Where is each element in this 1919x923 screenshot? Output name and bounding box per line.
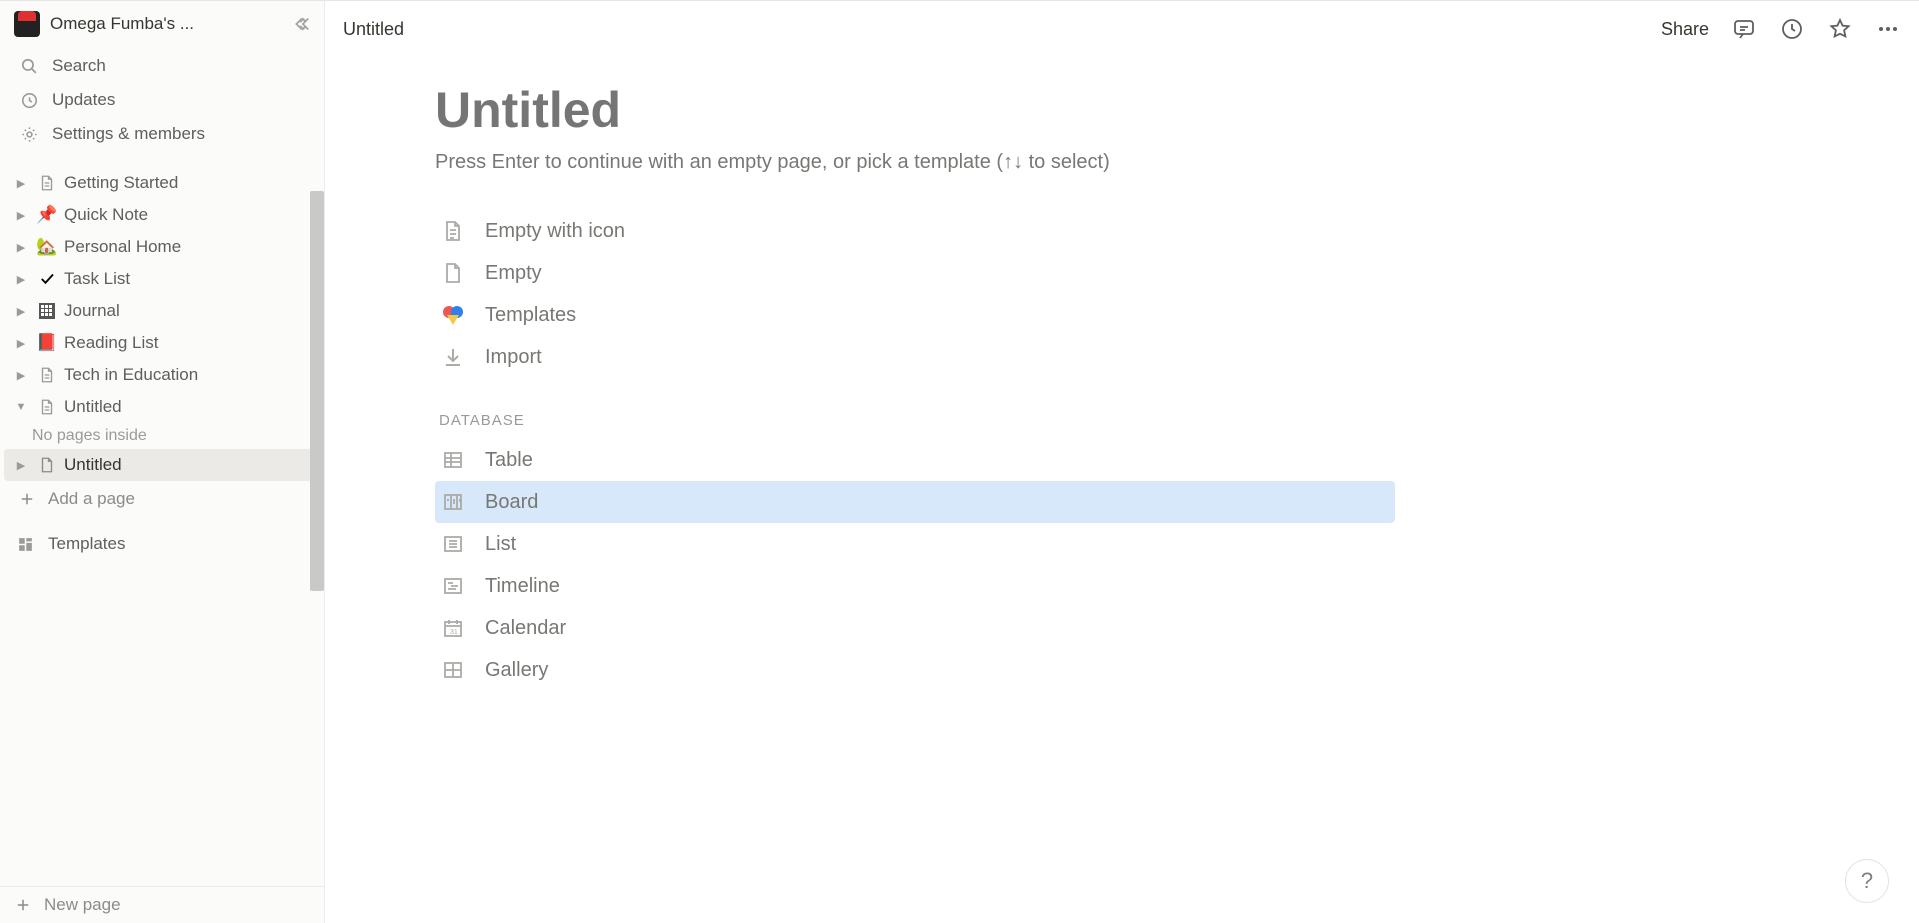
db-option-list[interactable]: List (435, 523, 1395, 565)
timeline-icon (439, 572, 467, 600)
plus-icon (18, 490, 36, 508)
updates-icon[interactable] (1779, 16, 1805, 42)
workspace-switcher[interactable]: Omega Fumba's ... (0, 1, 324, 47)
page-tree: ▶ Getting Started ▶ 📌 Quick Note ▶ 🏡 Per… (0, 167, 324, 517)
search-icon (18, 55, 40, 77)
sidebar-settings[interactable]: Settings & members (8, 117, 316, 151)
plus-icon (14, 896, 32, 914)
sidebar: Omega Fumba's ... Search Updates Setting… (0, 1, 325, 923)
page-tech-in-education[interactable]: ▶ Tech in Education (4, 359, 320, 391)
book-icon: 📕 (36, 332, 58, 354)
collapse-sidebar-button[interactable] (290, 13, 312, 35)
template-hint: Press Enter to continue with an empty pa… (435, 151, 1395, 174)
db-option-timeline[interactable]: Timeline (435, 565, 1395, 607)
breadcrumb[interactable]: Untitled (343, 19, 404, 40)
db-option-table[interactable]: Table (435, 439, 1395, 481)
grid-icon (36, 300, 58, 322)
toggle-icon[interactable]: ▶ (12, 238, 30, 256)
main-area: Untitled Share Press Enter to continue w… (325, 1, 1919, 923)
board-icon (439, 488, 467, 516)
toggle-icon[interactable]: ▶ (12, 174, 30, 192)
page-personal-home[interactable]: ▶ 🏡 Personal Home (4, 231, 320, 263)
page-icon (36, 172, 58, 194)
svg-text:31: 31 (450, 629, 458, 636)
empty-subpages-label: No pages inside (4, 423, 320, 449)
page-lines-icon (439, 217, 467, 245)
option-empty[interactable]: Empty (435, 252, 1395, 294)
import-icon (439, 343, 467, 371)
sidebar-search[interactable]: Search (8, 49, 316, 83)
share-button[interactable]: Share (1661, 19, 1709, 40)
page-icon (36, 454, 58, 476)
page-task-list[interactable]: ▶ Task List (4, 263, 320, 295)
database-section-label: DATABASE (439, 412, 1395, 429)
option-import[interactable]: Import (435, 336, 1395, 378)
add-page-button[interactable]: Add a page (4, 481, 320, 517)
new-page-button[interactable]: New page (0, 886, 324, 923)
pin-icon: 📌 (36, 204, 58, 226)
comments-icon[interactable] (1731, 16, 1757, 42)
toggle-icon[interactable]: ▶ (12, 206, 30, 224)
templates-icon (14, 533, 36, 555)
house-icon: 🏡 (36, 236, 58, 258)
check-icon (36, 268, 58, 290)
page-getting-started[interactable]: ▶ Getting Started (4, 167, 320, 199)
toggle-icon[interactable]: ▶ (12, 456, 30, 474)
page-untitled-expanded[interactable]: ▼ Untitled (4, 391, 320, 423)
toggle-icon[interactable]: ▶ (12, 334, 30, 352)
gear-icon (18, 123, 40, 145)
sidebar-scrollbar[interactable] (310, 191, 324, 591)
list-icon (439, 530, 467, 558)
db-option-board[interactable]: Board (435, 481, 1395, 523)
favorite-icon[interactable] (1827, 16, 1853, 42)
page-quick-note[interactable]: ▶ 📌 Quick Note (4, 199, 320, 231)
option-templates[interactable]: Templates (435, 294, 1395, 336)
db-option-calendar[interactable]: 31 Calendar (435, 607, 1395, 649)
clock-icon (18, 89, 40, 111)
help-button[interactable]: ? (1845, 859, 1889, 903)
sidebar-updates[interactable]: Updates (8, 83, 316, 117)
sidebar-templates[interactable]: Templates (4, 527, 320, 561)
toggle-icon[interactable]: ▶ (12, 302, 30, 320)
toggle-icon[interactable]: ▶ (12, 366, 30, 384)
page-icon (36, 364, 58, 386)
workspace-name: Omega Fumba's ... (50, 14, 286, 34)
topbar: Untitled Share (325, 1, 1919, 57)
page-icon (36, 396, 58, 418)
calendar-icon: 31 (439, 614, 467, 642)
toggle-icon[interactable]: ▼ (12, 398, 30, 416)
page-journal[interactable]: ▶ Journal (4, 295, 320, 327)
gallery-icon (439, 656, 467, 684)
page-reading-list[interactable]: ▶ 📕 Reading List (4, 327, 320, 359)
db-option-gallery[interactable]: Gallery (435, 649, 1395, 691)
page-title-input[interactable] (435, 81, 1395, 139)
page-blank-icon (439, 259, 467, 287)
more-icon[interactable] (1875, 16, 1901, 42)
page-untitled-active[interactable]: ▶ Untitled (4, 449, 320, 481)
option-empty-with-icon[interactable]: Empty with icon (435, 210, 1395, 252)
templates-color-icon (439, 301, 467, 329)
toggle-icon[interactable]: ▶ (12, 270, 30, 288)
workspace-avatar (14, 11, 40, 37)
table-icon (439, 446, 467, 474)
